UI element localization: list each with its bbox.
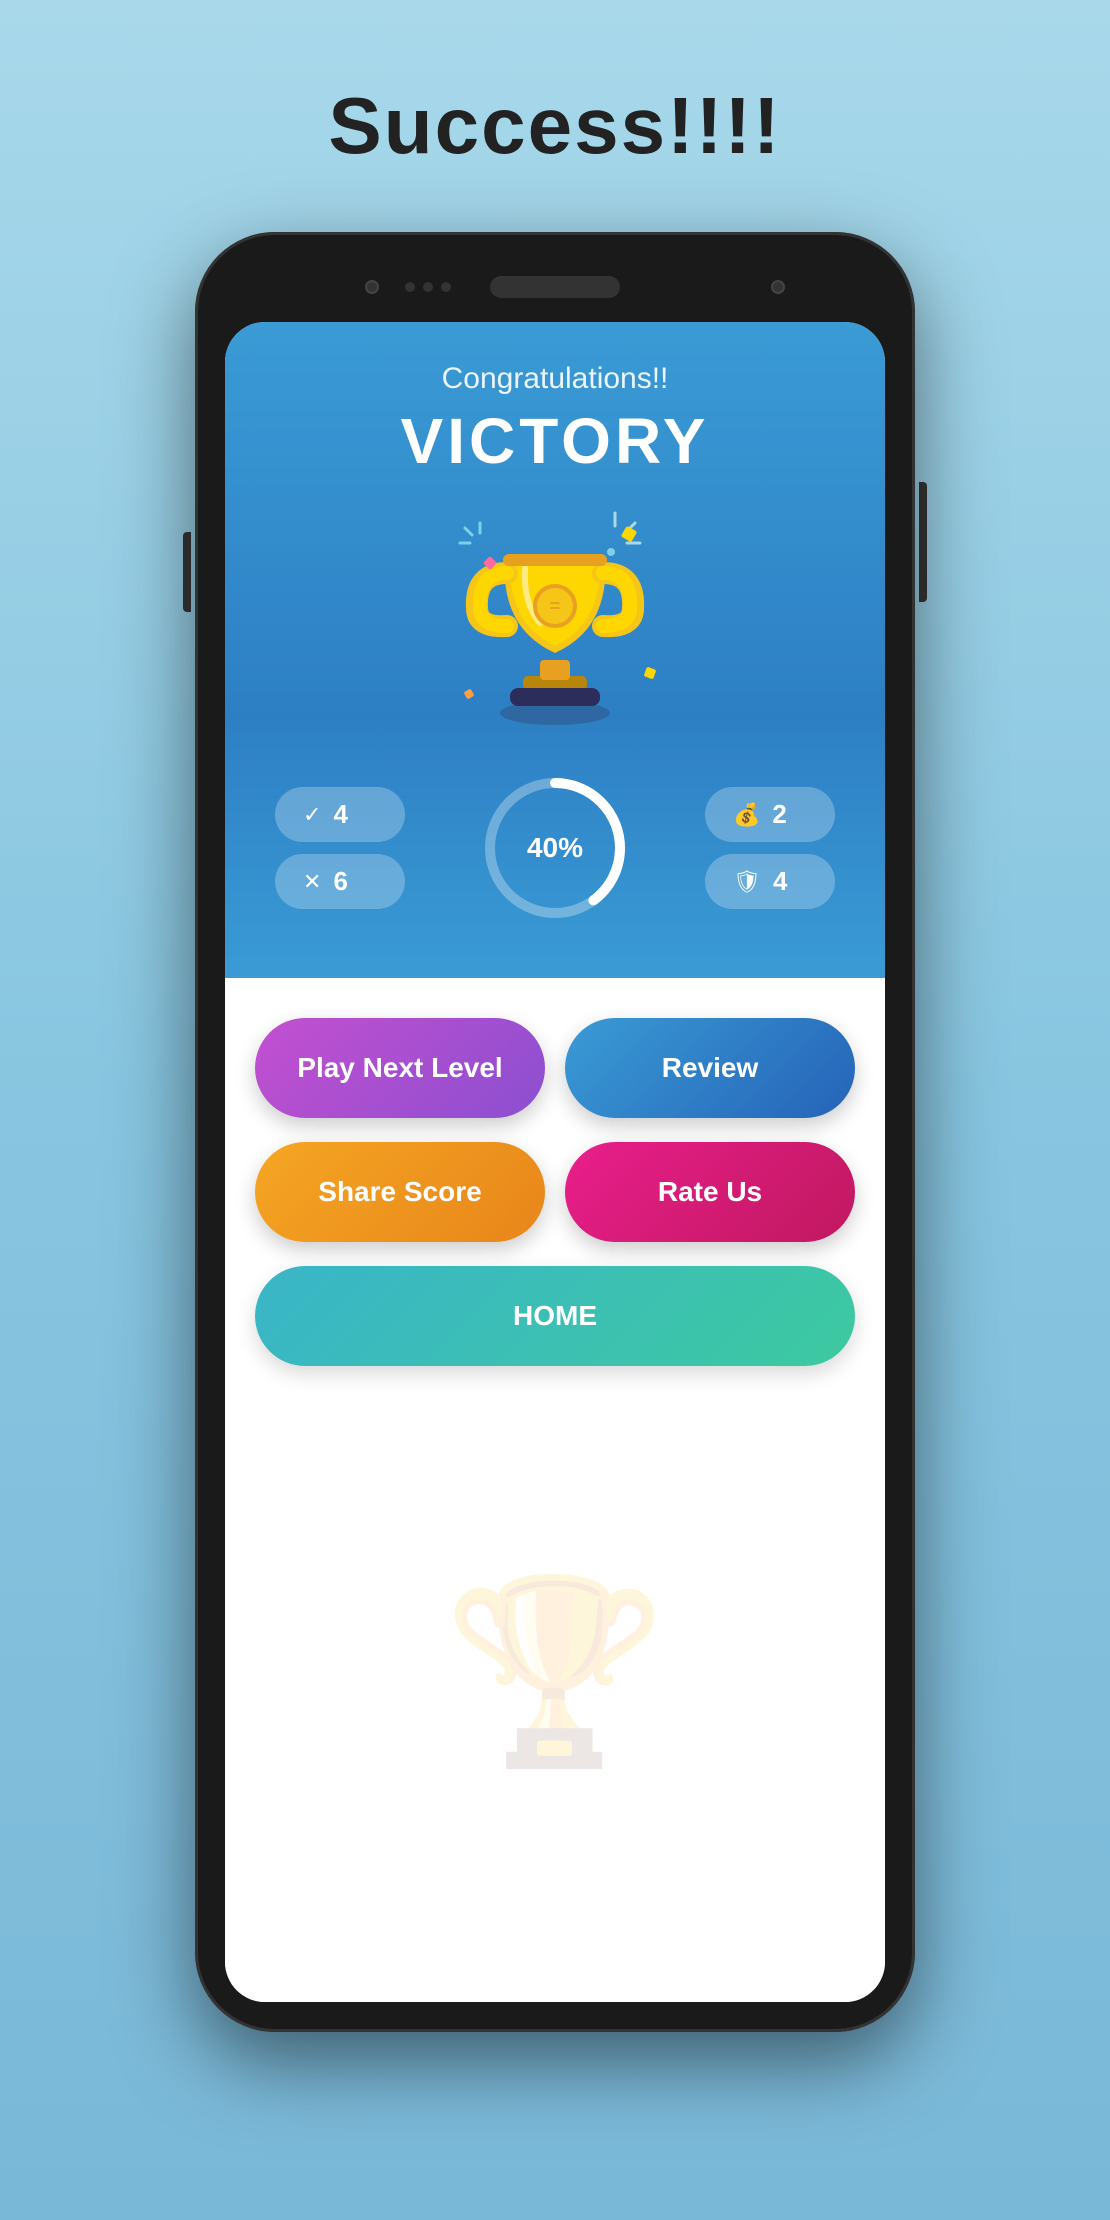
progress-circle-container: 40% [475,768,635,928]
camera-right-icon [771,280,785,294]
buttons-row-1: Play Next Level Review [255,1018,855,1118]
correct-badge: ✓ 4 [275,787,405,842]
play-next-level-button[interactable]: Play Next Level [255,1018,545,1118]
right-side-button [919,482,927,602]
shield-icon: 🛡 [733,869,761,895]
checkmark-icon: ✓ [303,802,321,828]
camera-left-icon [365,280,379,294]
left-stats: ✓ 4 ✕ 6 [275,787,405,909]
right-stats: 💰 2 🛡 4 [705,787,835,909]
faded-trophy-icon: 🏆 [443,1566,667,1777]
shields-count: 4 [773,866,787,897]
rate-us-button[interactable]: Rate Us [565,1142,855,1242]
phone-speaker [490,276,620,298]
phone-top-bar [225,252,885,322]
progress-percent: 40% [527,832,583,864]
trophy-container: = [435,498,675,738]
svg-text:=: = [550,596,561,616]
share-score-button[interactable]: Share Score [255,1142,545,1242]
bottom-faded-area: 🏆 [255,1390,855,1972]
stats-row: ✓ 4 ✕ 6 40% [265,768,845,928]
coins-badge: 💰 2 [705,787,835,842]
correct-count: 4 [333,799,347,830]
home-row: HOME [255,1266,855,1366]
success-title: Success!!!! [328,80,781,172]
home-button[interactable]: HOME [255,1266,855,1366]
wrong-badge: ✕ 6 [275,854,405,909]
shields-badge: 🛡 4 [705,854,835,909]
coins-count: 2 [772,799,786,830]
left-side-button [183,532,191,612]
buttons-row-2: Share Score Rate Us [255,1142,855,1242]
phone-screen: Congratulations!! VICTORY [225,322,885,2002]
cross-icon: ✕ [303,869,321,895]
victory-card: Congratulations!! VICTORY [225,322,885,978]
phone-wrapper: Congratulations!! VICTORY [195,232,915,2032]
victory-text: VICTORY [401,404,710,478]
congratulations-text: Congratulations!! [442,362,669,396]
trophy-icon: = [445,508,665,728]
phone-dots [405,282,451,292]
buttons-area: Play Next Level Review Share Score Rate … [225,978,885,2002]
wrong-count: 6 [333,866,347,897]
review-button[interactable]: Review [565,1018,855,1118]
coin-icon: 💰 [733,802,760,828]
